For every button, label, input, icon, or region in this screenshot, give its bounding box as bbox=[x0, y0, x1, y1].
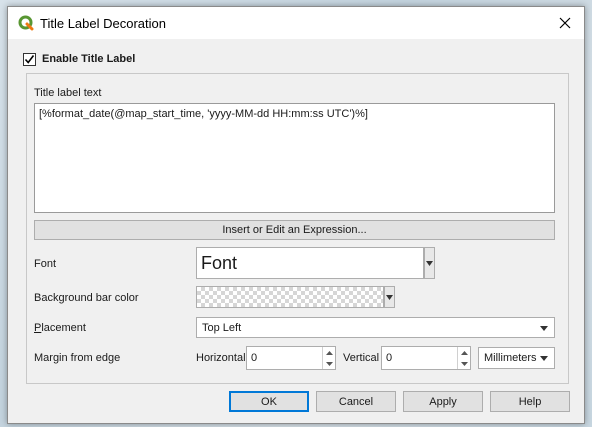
horizontal-margin-value: 0 bbox=[251, 352, 258, 364]
close-button[interactable] bbox=[546, 7, 584, 39]
horizontal-margin-input[interactable]: 0 bbox=[246, 346, 336, 370]
vertical-spin-buttons[interactable] bbox=[457, 347, 470, 369]
ok-button[interactable]: OK bbox=[229, 391, 309, 412]
checkmark-icon bbox=[24, 54, 35, 64]
margin-from-edge-label: Margin from edge bbox=[34, 352, 121, 364]
horizontal-increment-button[interactable] bbox=[323, 347, 335, 358]
margin-unit-select[interactable]: Millimeters bbox=[478, 347, 555, 369]
placement-value: Top Left bbox=[202, 321, 242, 334]
vertical-increment-button[interactable] bbox=[458, 347, 470, 358]
chevron-down-icon bbox=[325, 361, 333, 366]
chevron-up-icon bbox=[460, 350, 468, 355]
chevron-down-icon bbox=[540, 356, 548, 361]
apply-button[interactable]: Apply bbox=[403, 391, 483, 412]
title-label-text-field[interactable]: [%format_date(@map_start_time, 'yyyy-MM-… bbox=[34, 103, 555, 213]
cancel-button[interactable]: Cancel bbox=[316, 391, 396, 412]
title-label-dialog: Title Label Decoration Enable Title Labe… bbox=[7, 6, 585, 424]
vertical-label: Vertical bbox=[343, 352, 380, 364]
horizontal-decrement-button[interactable] bbox=[323, 358, 335, 369]
horizontal-label: Horizontal bbox=[196, 352, 246, 364]
title-label-text-label: Title label text bbox=[34, 87, 102, 99]
vertical-decrement-button[interactable] bbox=[458, 358, 470, 369]
font-button[interactable]: Font bbox=[196, 247, 424, 279]
chevron-down-icon bbox=[540, 325, 548, 331]
chevron-down-icon bbox=[460, 361, 468, 366]
close-icon bbox=[559, 17, 571, 29]
help-button[interactable]: Help bbox=[490, 391, 570, 412]
horizontal-spin-buttons[interactable] bbox=[322, 347, 335, 369]
chevron-down-icon bbox=[426, 260, 433, 266]
enable-title-label-checkbox[interactable] bbox=[23, 52, 36, 66]
placement-select[interactable]: Top Left bbox=[196, 317, 555, 338]
window-title: Title Label Decoration bbox=[40, 16, 166, 31]
background-bar-color-label: Background bar color bbox=[34, 292, 139, 304]
font-label: Font bbox=[34, 258, 57, 270]
vertical-margin-value: 0 bbox=[386, 352, 393, 364]
chevron-up-icon bbox=[325, 350, 333, 355]
enable-title-label-text: Enable Title Label bbox=[42, 53, 136, 65]
background-color-swatch[interactable] bbox=[196, 286, 384, 308]
font-menu-button[interactable] bbox=[424, 247, 435, 279]
vertical-margin-input[interactable]: 0 bbox=[381, 346, 471, 370]
qgis-logo-icon bbox=[18, 15, 34, 31]
title-bar: Title Label Decoration bbox=[8, 7, 584, 39]
margin-unit-value: Millimeters bbox=[484, 352, 537, 364]
enable-title-label-row[interactable]: Enable Title Label bbox=[23, 51, 135, 67]
placement-label: Placement bbox=[34, 322, 86, 334]
insert-expression-button[interactable]: Insert or Edit an Expression... bbox=[34, 220, 555, 240]
background-color-menu-button[interactable] bbox=[384, 286, 395, 308]
chevron-down-icon bbox=[386, 294, 393, 300]
placement-label-rest: lacement bbox=[41, 322, 86, 334]
